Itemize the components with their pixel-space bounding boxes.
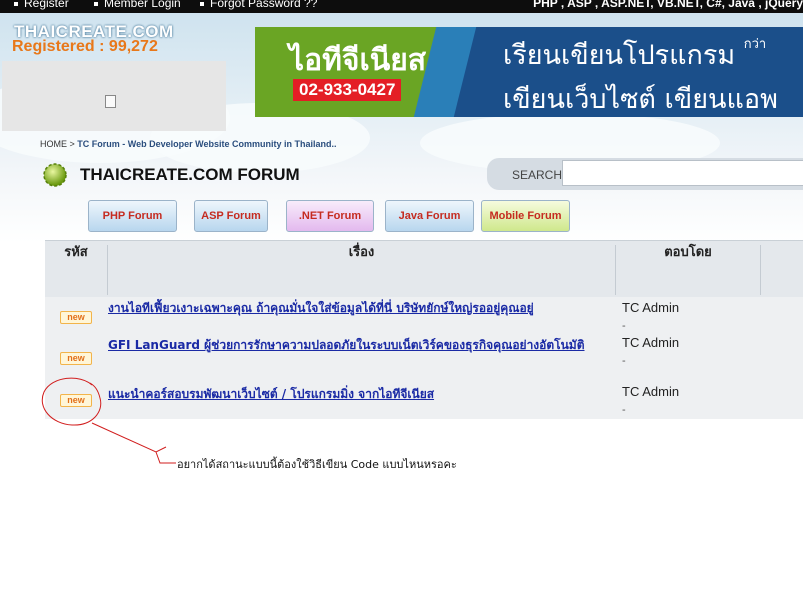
annotation-note: อยากได้สถานะแบบนี้ต้องใช้วิธีเขียน Code …	[177, 458, 457, 471]
annotation-ink	[41, 377, 176, 464]
annotation-circle	[41, 377, 102, 426]
annotation-arrow	[91, 422, 176, 464]
